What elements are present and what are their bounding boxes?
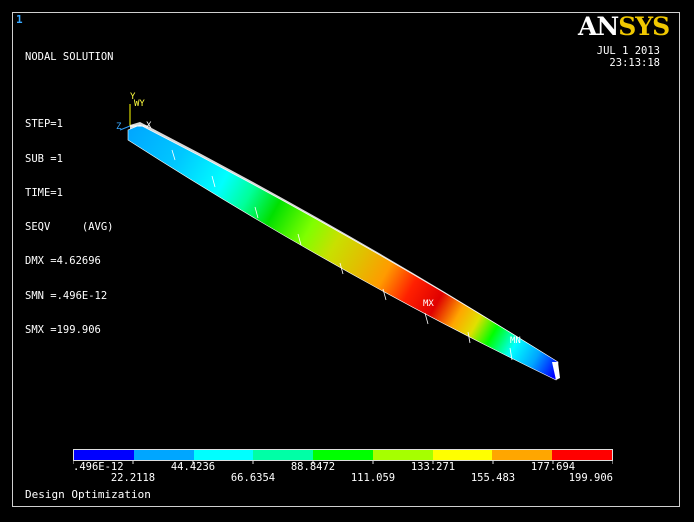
legend-label: 199.906 [568,472,613,484]
legend-label: 155.483 [470,472,516,484]
max-marker: MX [423,299,434,309]
legend-swatch [74,450,134,460]
legend-label: 66.6354 [230,472,276,484]
beam-side-face [127,124,559,381]
footer-title: Design Optimization [25,488,151,501]
legend-label: 133.271 [410,461,456,473]
legend-swatch [193,450,254,460]
axis-wy-label: WY [134,99,145,109]
legend-label: 22.2118 [110,472,156,484]
model-viewport[interactable] [0,0,694,522]
axis-z-label: Z [116,122,122,132]
legend-swatch [313,450,373,460]
axis-x-label: X [146,121,152,131]
legend-swatch [133,450,194,460]
legend-swatch [253,450,314,460]
legend-swatch [492,450,553,460]
legend-swatch [432,450,493,460]
legend-swatch [372,450,433,460]
legend-label: 44.4236 [170,461,216,473]
legend-label: 88.8472 [290,461,336,473]
legend-swatch [552,450,613,460]
legend-label: 111.059 [350,472,396,484]
min-marker: MN [510,336,521,346]
